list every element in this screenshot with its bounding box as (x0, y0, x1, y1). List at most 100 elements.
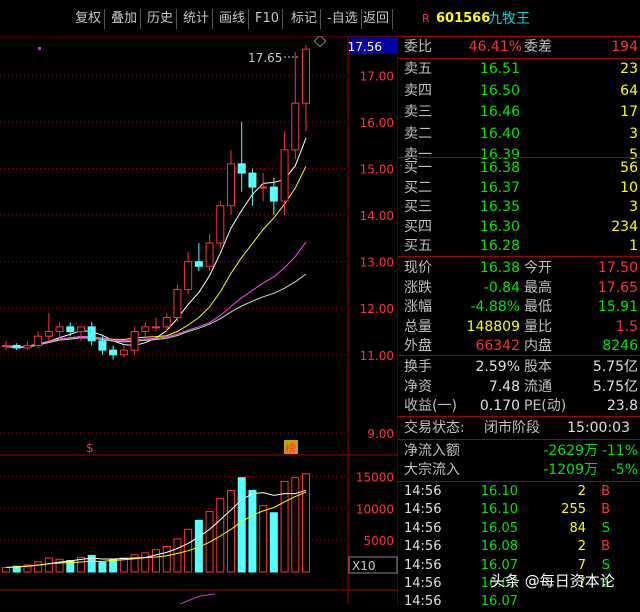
tick-price: 16.10 (480, 484, 518, 499)
stat-value: 15.91 (597, 299, 638, 315)
toolbar-button-7[interactable]: -自选 (324, 9, 362, 29)
toolbar-button-2[interactable]: 历史 (144, 9, 178, 29)
candle-body (237, 163, 246, 174)
volume-bar (173, 538, 182, 573)
price-axis-label: 14.00 (360, 209, 394, 223)
tick-time: 14:56 (404, 484, 442, 499)
stat-value: 1.5 (615, 318, 638, 335)
sell-level-row: 卖三 16.46 17 (398, 102, 640, 122)
stat-label: 最低 (524, 299, 552, 315)
price-axis-label: 11.00 (360, 349, 394, 363)
weibi-row: 委比 46.41% 委差 194 (398, 37, 640, 57)
tick-side: B (601, 502, 610, 518)
candle-body (205, 242, 214, 267)
stat-value: -0.84 (483, 279, 520, 296)
stat2-value: 5.75亿 (592, 378, 638, 395)
buy-level-volume: 234 (611, 218, 638, 235)
stock-name: 九牧王 (488, 11, 530, 27)
stat-row: 涨幅 -4.88% 最低 15.91 (398, 297, 640, 317)
divider (398, 416, 640, 417)
trade-status-label: 交易状态: (404, 420, 465, 436)
toolbar-button-4[interactable]: 画线 (216, 9, 250, 29)
candle-body (269, 186, 278, 202)
toolbar-button-6[interactable]: 标记 (288, 9, 322, 29)
volume-axis-label: 5000 (363, 534, 394, 548)
volume-bar (34, 561, 43, 573)
toolbar-button-8[interactable]: 返回 (360, 9, 394, 29)
stat-label: 量比 (524, 318, 552, 335)
buy-level-volume: 56 (620, 160, 638, 176)
candle-body (130, 331, 139, 351)
sell-level-label: 卖二 (404, 125, 432, 142)
toolbar-button-3[interactable]: 统计 (180, 9, 214, 29)
stat-label: 现价 (404, 260, 432, 276)
tick-side: B (601, 539, 610, 555)
toolbar-button-5[interactable]: F10 (252, 9, 284, 29)
tick-time: 14:56 (404, 594, 442, 610)
sell-level-label: 卖三 (404, 104, 432, 120)
tick-time: 14:56 (404, 502, 442, 518)
volume-bar (280, 480, 289, 573)
stat2-value: 2.59% (475, 359, 520, 375)
stat2-row: 换手 2.59% 股本 5.75亿 (398, 357, 640, 377)
tick-price: 16.10 (480, 502, 518, 518)
marker-bang-icon[interactable]: 榜 (285, 441, 296, 455)
stat-value: 66342 (475, 338, 520, 354)
marker-s-icon[interactable]: $ (86, 441, 94, 455)
buy-level-label: 买一 (404, 160, 432, 176)
stat-label: 涨幅 (404, 299, 432, 315)
buy-level-row: 买四 16.30 234 (398, 217, 640, 237)
stat-row: 涨跌 -0.84 最高 17.65 (398, 278, 640, 298)
volume-bar (2, 567, 10, 573)
price-axis-label: 17.00 (360, 69, 394, 83)
sell-level-volume: 17 (620, 104, 638, 120)
sell-level-volume: 64 (620, 82, 638, 99)
sell-level-price: 16.51 (479, 61, 520, 77)
candle-body (216, 205, 225, 244)
tick-price: 16.07 (480, 594, 518, 610)
buy-level-volume: 1 (629, 238, 638, 254)
diamond-icon[interactable] (313, 34, 327, 48)
candle-body (248, 172, 257, 188)
price-axis-label: 9.00 (367, 427, 394, 441)
buy-level-volume: 3 (629, 199, 638, 215)
volume-bar (162, 546, 171, 573)
buy-level-label: 买二 (404, 179, 432, 196)
candle-body (77, 326, 85, 333)
buy-level-price: 16.37 (479, 179, 520, 196)
net-inflow-value: -2629万 (543, 443, 598, 459)
tick-time: 14:56 (404, 520, 442, 536)
sell-level-volume: 3 (629, 125, 638, 142)
ma5-line (5, 137, 307, 348)
candle-body (302, 48, 310, 104)
price-axis-label: 15.00 (360, 162, 394, 176)
buy-level-row: 买一 16.38 56 (398, 158, 640, 178)
candle-body (152, 326, 160, 329)
tick-row: 14:56 16.05 84 S (398, 519, 640, 539)
tick-volume: 2 (577, 539, 586, 555)
buy-level-price: 16.28 (479, 238, 520, 254)
candle-body (55, 326, 64, 333)
tick-volume: 255 (561, 502, 586, 518)
candle-body (162, 317, 171, 328)
kline-chart[interactable]: 17.00 16.00 15.00 14.00 13.00 12.00 11.00 9.00 1… (0, 0, 398, 604)
stat2-row: 净资 7.48 流通 5.75亿 (398, 377, 640, 397)
divider (398, 355, 640, 356)
stock-prefix: R (422, 12, 430, 25)
volume-bar (269, 512, 278, 573)
divider (398, 256, 640, 257)
stat2-value: 7.48 (488, 378, 520, 395)
candle-body (119, 349, 128, 356)
sell-level-volume: 23 (620, 61, 638, 77)
stat-value: 8246 (602, 338, 638, 354)
trade-status-row: 交易状态: 闭市阶段 15:00:03 (398, 418, 640, 438)
toolbar-button-1[interactable]: 叠加 (108, 9, 142, 29)
stat-value: 148809 (466, 318, 520, 335)
toolbar-button-0[interactable]: 复权 (72, 9, 106, 29)
tick-volume: 84 (569, 520, 586, 536)
stat-value: -4.88% (470, 299, 520, 315)
candle-body (23, 345, 32, 349)
candle-body (87, 326, 96, 342)
stat-label: 总量 (404, 318, 432, 335)
current-price-tag: 17.56 (348, 40, 382, 54)
